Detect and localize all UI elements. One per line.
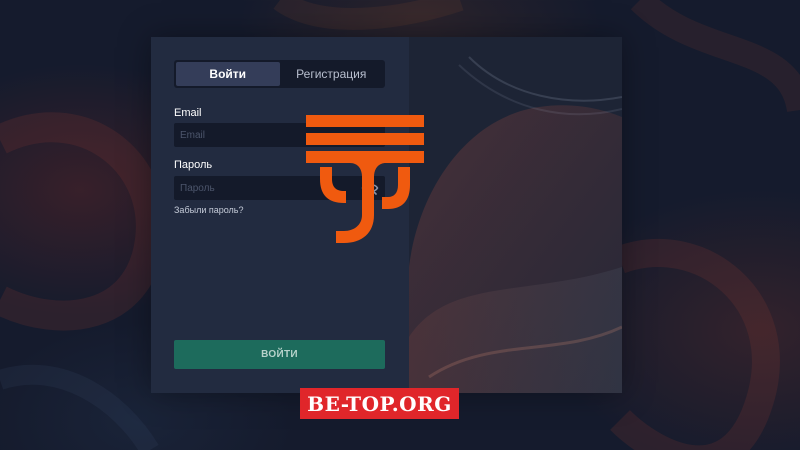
ts-logo-icon — [306, 115, 424, 243]
tab-login[interactable]: Войти — [176, 62, 280, 86]
forgot-password-link[interactable]: Забыли пароль? — [174, 205, 243, 215]
decorative-waves — [409, 56, 622, 393]
login-submit-button[interactable]: ВОЙТИ — [174, 340, 385, 369]
tab-register[interactable]: Регистрация — [280, 62, 384, 86]
email-label: Email — [174, 107, 202, 119]
watermark-badge: BE-TOP.ORG — [300, 388, 459, 419]
login-screen: Войти Регистрация Email Пароль Забыли па… — [0, 0, 800, 450]
auth-tabs: Войти Регистрация — [174, 60, 385, 88]
brand-art-panel — [409, 37, 622, 393]
password-label: Пароль — [174, 159, 213, 171]
